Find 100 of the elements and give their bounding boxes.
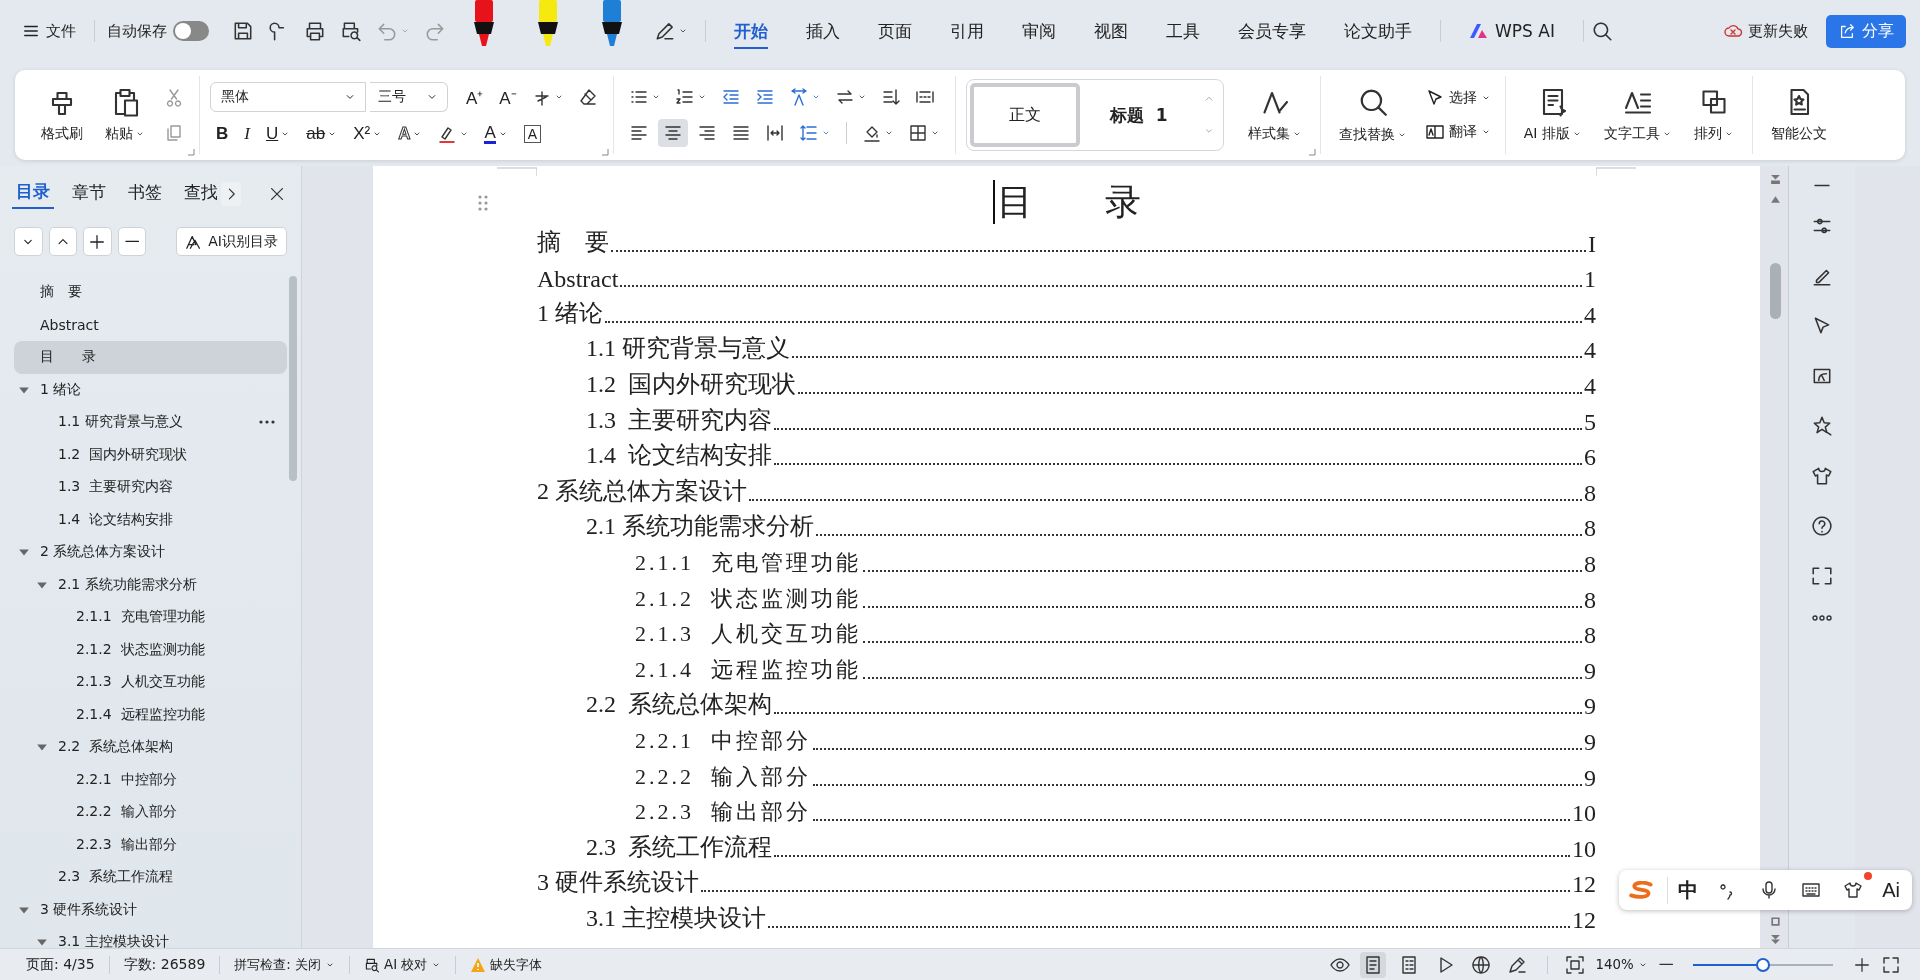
ribbon-tab[interactable]: WPS AI: [1457, 15, 1567, 47]
page-count: 页面: 4/35: [25, 954, 96, 974]
page-number: 12: [1572, 906, 1596, 934]
font-size-step-button[interactable]: A⁻: [493, 82, 523, 112]
color-button[interactable]: A: [478, 121, 514, 147]
translate-button[interactable]: 翻译: [1420, 119, 1495, 145]
outline-item[interactable]: 2.3 系统工作流程: [14, 861, 287, 894]
toc-entry: 1.4 论文结构安排: [586, 441, 772, 471]
outline-item[interactable]: 1.1 研究背景与意义: [14, 406, 287, 439]
outline-item[interactable]: 目 录: [14, 341, 287, 374]
font-size-dropdown[interactable]: 三号: [370, 82, 448, 112]
ai-layout-button[interactable]: AI 排版: [1515, 83, 1590, 147]
outline-item[interactable]: 摘 要: [14, 276, 287, 309]
outline-item[interactable]: 1.2 国内外研究现状: [14, 438, 287, 471]
sync-status[interactable]: 更新失败: [1719, 17, 1812, 45]
outline-item[interactable]: 1.4 论文结构安排: [14, 503, 287, 536]
outline-item[interactable]: 2.1.2 状态监测功能: [14, 633, 287, 666]
page-number: 5: [1584, 408, 1596, 436]
smart-doc-button[interactable]: 智能公文: [1762, 83, 1835, 147]
toc-entry: 2 系统总体方案设计: [537, 476, 747, 506]
missing-fonts-button[interactable]: 缺失字体: [464, 953, 549, 976]
outline-item[interactable]: 2.1.1 充电管理功能: [14, 601, 287, 634]
arrange-button[interactable]: 排列: [1685, 83, 1742, 147]
document-title: 目 录: [992, 180, 1141, 224]
page-number: 8: [1584, 586, 1596, 614]
ribbon-tab[interactable]: 引用: [938, 13, 996, 49]
format-painter-button[interactable]: 格式刷: [33, 83, 91, 147]
language-toggle[interactable]: 中: [1667, 876, 1701, 904]
paste-button[interactable]: 粘贴: [97, 83, 153, 147]
ai-detect-toc-button[interactable]: AI识别目录: [176, 227, 287, 256]
outline-item[interactable]: 1.3 主要研究内容: [14, 471, 287, 504]
page-number: 8: [1584, 479, 1596, 507]
toc-entry: 2.2.1 中控部分: [635, 726, 811, 755]
word-count: 字数: 26589: [122, 954, 207, 974]
outline-item[interactable]: Abstract: [14, 308, 287, 341]
outline-item[interactable]: 3 硬件系统设计: [14, 893, 287, 926]
underline-button[interactable]: U: [259, 121, 297, 147]
sidebar-tab[interactable]: 目录: [12, 178, 54, 209]
style-preset[interactable]: 标题 1: [1083, 83, 1194, 147]
page-number: 9: [1584, 764, 1596, 792]
style-set-button[interactable]: 样式集: [1239, 83, 1310, 147]
outline-item[interactable]: 2.1 系统功能需求分析: [14, 568, 287, 601]
bold-button[interactable]: B: [210, 121, 235, 147]
outline-item[interactable]: 2 系统总体方案设计: [14, 536, 287, 569]
page-number: 6: [1584, 444, 1596, 472]
zoom-level-dropdown[interactable]: 140%: [1589, 955, 1654, 974]
outline-item[interactable]: 2.2.2 输入部分: [14, 796, 287, 829]
toc-entry: 3.1 主控模块设计: [586, 903, 766, 933]
ribbon-tab[interactable]: 论文助手: [1332, 13, 1424, 49]
share-button[interactable]: 分享: [1826, 14, 1906, 48]
toc-entry: 1.1 研究背景与意义: [586, 334, 790, 364]
style-preset[interactable]: 正文: [969, 83, 1080, 147]
ribbon-tab[interactable]: 页面: [866, 13, 924, 49]
sidebar-tab[interactable]: 查找: [180, 179, 217, 208]
outline-item[interactable]: 2.1.4 远程监控功能: [14, 698, 287, 731]
page-number: 4: [1584, 301, 1596, 329]
toc-entry: 2.2 系统总体架构: [586, 690, 772, 720]
find-replace-button[interactable]: 查找替换: [1330, 82, 1415, 148]
ai-button[interactable]: Ai: [1880, 878, 1902, 902]
outline-item[interactable]: 1 绪论: [14, 373, 287, 406]
page-number: 1: [1584, 266, 1596, 294]
ribbon-tab[interactable]: 开始: [722, 13, 780, 49]
outline-item[interactable]: 2.2 系统总体架构: [14, 731, 287, 764]
page-number: 4: [1584, 337, 1596, 365]
toc-entry: 3 硬件系统设计: [537, 868, 699, 898]
spellcheck-toggle[interactable]: 拼写检查: 关闭: [228, 953, 342, 976]
strike-button[interactable]: ab: [300, 121, 344, 147]
toc-entry: 2.1 系统功能需求分析: [586, 512, 814, 542]
file-menu[interactable]: 文件: [16, 17, 82, 45]
toc-entry: 2.2.3 输出部分: [635, 798, 811, 827]
toc-entry: 1 绪论: [537, 298, 603, 328]
outline-item[interactable]: 2.1.3 人机交互功能: [14, 666, 287, 699]
superscript-button[interactable]: X²: [347, 121, 389, 147]
page-number: 9: [1584, 657, 1596, 685]
toc-entry: 2.1.1 充电管理功能: [635, 548, 861, 577]
select-button[interactable]: 选择: [1420, 85, 1495, 111]
toc-entry: 2.2.2 输入部分: [635, 762, 811, 791]
outline-item[interactable]: 2.2.3 输出部分: [14, 828, 287, 861]
ribbon-tab[interactable]: 视图: [1082, 13, 1140, 49]
page-number: 8: [1584, 622, 1596, 650]
page-number: 12: [1572, 871, 1596, 899]
sidebar-tab[interactable]: 章节: [68, 179, 110, 208]
ribbon-tab[interactable]: 工具: [1154, 13, 1212, 49]
page-number: 9: [1584, 728, 1596, 756]
italic-button[interactable]: I: [238, 121, 256, 147]
ribbon-tab[interactable]: 会员专享: [1226, 13, 1318, 49]
border-button[interactable]: A: [517, 122, 548, 146]
text-tools-button[interactable]: 文字工具: [1595, 83, 1680, 147]
toc-entry: 摘 要: [537, 227, 609, 257]
ribbon-tab[interactable]: 审阅: [1010, 13, 1068, 49]
page-number: 10: [1572, 835, 1596, 863]
font-name-dropdown[interactable]: 黑体: [210, 82, 366, 112]
outline-item[interactable]: 2.2.1 中控部分: [14, 763, 287, 796]
ai-proofread-button[interactable]: AI 校对: [358, 953, 448, 976]
font-size-step-button[interactable]: A⁺: [460, 82, 490, 112]
toc-entry: Abstract: [537, 266, 619, 294]
sidebar-tab[interactable]: 书签: [124, 179, 166, 208]
outline-button[interactable]: A: [392, 121, 429, 147]
ribbon-tab[interactable]: 插入: [794, 13, 852, 49]
page-number: 4: [1584, 372, 1596, 400]
